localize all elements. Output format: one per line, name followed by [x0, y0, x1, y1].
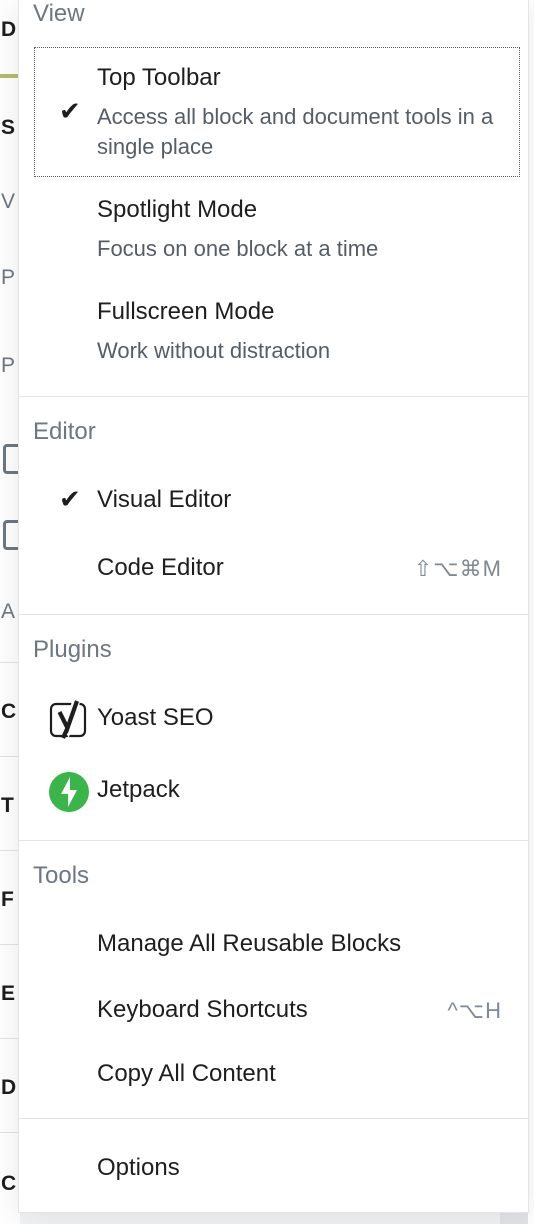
visual-editor-label: Visual Editor: [97, 486, 232, 513]
jetpack-item[interactable]: Jetpack: [19, 764, 528, 820]
bg-letter: F: [1, 888, 14, 911]
bg-divider: [0, 662, 20, 663]
keyboard-shortcuts-shortcut: ^⌥H: [447, 998, 502, 1023]
check-icon: ✔: [59, 96, 81, 126]
bg-letter: E: [1, 982, 16, 1005]
plugins-group-label: Plugins: [33, 636, 112, 663]
menu-divider: [19, 614, 528, 615]
bg-letter: C: [1, 1172, 17, 1195]
background-sidebar: D S V P P A C T F E D C: [0, 0, 25, 1224]
bg-letter: T: [1, 794, 14, 817]
fullscreen-mode-item[interactable]: Fullscreen Mode Work without distraction: [19, 292, 528, 382]
bg-divider: [0, 756, 20, 757]
manage-reusable-blocks-item[interactable]: Manage All Reusable Blocks: [19, 916, 528, 970]
tools-group-label: Tools: [33, 862, 90, 889]
yoast-seo-item[interactable]: Yoast SEO: [19, 692, 528, 748]
bg-accent-line: [0, 74, 20, 78]
bg-letter: P: [1, 266, 16, 289]
options-label: Options: [97, 1154, 180, 1181]
bg-divider: [0, 1132, 20, 1133]
top-toolbar-description: Access all block and document tools in a…: [97, 104, 494, 159]
more-tools-menu: View ✔ Top Toolbar Access all block and …: [18, 0, 529, 1213]
bg-letter: A: [1, 600, 16, 623]
spotlight-mode-label: Spotlight Mode: [97, 196, 258, 223]
jetpack-icon: [49, 772, 89, 812]
spotlight-mode-description: Focus on one block at a time: [97, 236, 379, 261]
fullscreen-mode-label: Fullscreen Mode: [97, 298, 275, 325]
bg-letter: C: [1, 700, 17, 723]
spotlight-mode-item[interactable]: Spotlight Mode Focus on one block at a t…: [19, 190, 528, 280]
copy-all-content-item[interactable]: Copy All Content: [19, 1046, 528, 1100]
bg-divider: [0, 1038, 20, 1039]
keyboard-shortcuts-label: Keyboard Shortcuts: [97, 996, 308, 1023]
bg-letter: D: [1, 18, 17, 41]
bg-letter: S: [1, 116, 16, 139]
yoast-seo-label: Yoast SEO: [97, 704, 214, 731]
yoast-icon: [49, 700, 89, 740]
manage-reusable-blocks-label: Manage All Reusable Blocks: [97, 930, 402, 957]
fullscreen-mode-description: Work without distraction: [97, 338, 331, 363]
copy-all-content-label: Copy All Content: [97, 1060, 276, 1087]
menu-divider: [19, 1118, 528, 1119]
bg-letter: D: [1, 1076, 17, 1099]
options-item[interactable]: Options: [19, 1140, 528, 1196]
bg-divider: [0, 850, 20, 851]
menu-divider: [19, 840, 528, 841]
menu-divider: [19, 396, 528, 397]
keyboard-shortcuts-item[interactable]: Keyboard Shortcuts ^⌥H: [19, 982, 528, 1036]
bg-letter: P: [1, 354, 16, 377]
view-group-label: View: [33, 0, 85, 27]
editor-group-label: Editor: [33, 418, 96, 445]
code-editor-item[interactable]: Code Editor ⇧⌥⌘M: [19, 542, 528, 596]
top-toolbar-label: Top Toolbar: [97, 64, 221, 91]
jetpack-label: Jetpack: [97, 776, 180, 803]
top-toolbar-item[interactable]: ✔ Top Toolbar Access all block and docum…: [34, 47, 520, 177]
visual-editor-item[interactable]: ✔ Visual Editor: [19, 474, 528, 528]
bg-divider: [0, 944, 20, 945]
code-editor-shortcut: ⇧⌥⌘M: [413, 556, 502, 581]
check-icon: ✔: [59, 484, 81, 514]
code-editor-label: Code Editor: [97, 554, 224, 581]
bg-letter: V: [1, 190, 16, 213]
